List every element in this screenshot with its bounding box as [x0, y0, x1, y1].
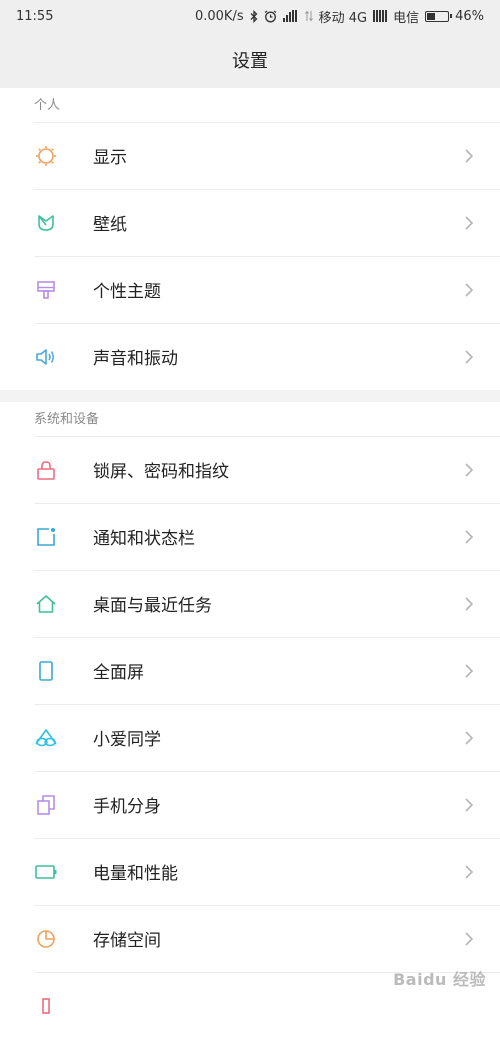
settings-item-lockscreen[interactable]: 锁屏、密码和指纹 [0, 436, 500, 503]
settings-item-label: 通知和状态栏 [93, 529, 195, 549]
settings-item-label: 显示 [93, 148, 127, 168]
chevron-right-icon [465, 529, 474, 544]
settings-item-sound[interactable]: 声音和振动 [0, 323, 500, 390]
settings-item-label: 桌面与最近任务 [93, 596, 212, 616]
brush-icon [34, 278, 58, 302]
chevron-right-icon [465, 282, 474, 297]
status-right: 0.00K/s 移动 4G 电信 46% [195, 7, 484, 26]
watermark: Baidu 经验 [393, 970, 486, 989]
status-bar: 11:55 0.00K/s 移动 4G 电信 46% [0, 0, 500, 32]
chevron-right-icon [465, 596, 474, 611]
title-bar: 设置 [0, 32, 500, 88]
chevron-right-icon [465, 864, 474, 879]
settings-item-dual-apps[interactable]: 手机分身 [0, 771, 500, 838]
alarm-icon [264, 10, 276, 22]
speaker-icon [34, 345, 58, 369]
assistant-icon [34, 726, 58, 750]
settings-item-theme[interactable]: 个性主题 [0, 256, 500, 323]
status-time: 11:55 [16, 8, 54, 24]
dual-app-icon [34, 793, 58, 817]
chevron-right-icon [465, 730, 474, 745]
settings-item-label: 存储空间 [93, 931, 161, 951]
section-header-system: 系统和设备 [0, 402, 500, 436]
battery-percent: 46% [455, 8, 484, 24]
settings-item-label: 声音和振动 [93, 349, 178, 369]
sun-icon [34, 144, 58, 168]
tulip-icon [34, 211, 58, 235]
phone-icon [34, 659, 58, 683]
settings-item-label: 小爱同学 [93, 730, 161, 750]
settings-item-fullscreen[interactable]: 全面屏 [0, 637, 500, 704]
chevron-right-icon [465, 462, 474, 477]
settings-item-notification[interactable]: 通知和状态栏 [0, 503, 500, 570]
chevron-right-icon [465, 349, 474, 364]
battery-icon [425, 10, 453, 22]
settings-item-label: 手机分身 [93, 797, 161, 817]
settings-item-display[interactable]: 显示 [0, 122, 500, 189]
settings-item-label: 电量和性能 [93, 864, 178, 884]
settings-list: 个人 显示 壁纸 个性主题 声音和振动 系统和设备 锁屏、密码和指纹 通知和状态… [0, 88, 500, 1039]
chevron-right-icon [465, 148, 474, 163]
data-arrows-icon [304, 10, 313, 22]
chevron-right-icon [465, 797, 474, 812]
bluetooth-icon [250, 9, 258, 23]
carrier-2: 电信 [393, 10, 420, 26]
chevron-right-icon [465, 215, 474, 230]
settings-item-label: 全面屏 [93, 663, 144, 683]
settings-item-home[interactable]: 桌面与最近任务 [0, 570, 500, 637]
section-divider [0, 390, 500, 402]
page-title: 设置 [232, 51, 268, 72]
settings-item-assistant[interactable]: 小爱同学 [0, 704, 500, 771]
battery-icon [34, 860, 58, 884]
settings-item-wallpaper[interactable]: 壁纸 [0, 189, 500, 256]
carrier-1: 移动 4G [318, 10, 368, 26]
home-icon [34, 592, 58, 616]
settings-item-label: 个性主题 [93, 282, 161, 302]
pie-chart-icon [34, 927, 58, 951]
settings-item-battery[interactable]: 电量和性能 [0, 838, 500, 905]
chevron-right-icon [465, 931, 474, 946]
lock-icon [34, 458, 58, 482]
notification-icon [34, 525, 58, 549]
partial-icon [34, 994, 58, 1018]
section-header-personal: 个人 [0, 88, 500, 122]
settings-item-label: 锁屏、密码和指纹 [93, 462, 229, 482]
settings-item-storage[interactable]: 存储空间 [0, 905, 500, 972]
chevron-right-icon [465, 663, 474, 678]
signal-icon [373, 10, 388, 22]
settings-item-label: 壁纸 [93, 215, 127, 235]
signal-hd-icon [282, 10, 297, 22]
network-speed: 0.00K/s [194, 8, 244, 24]
